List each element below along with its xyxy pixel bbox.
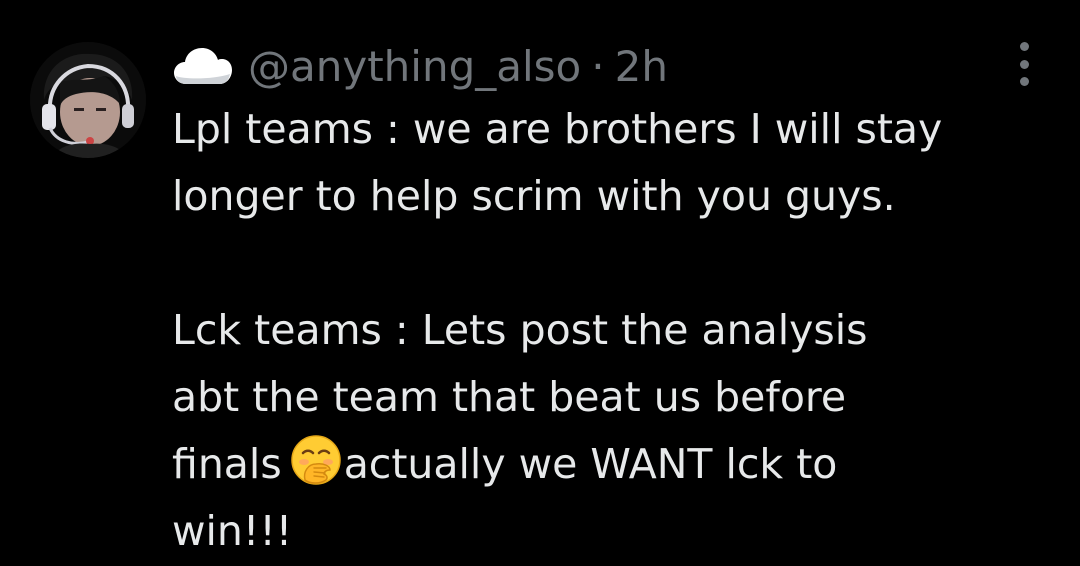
tweet[interactable]: @anything_also · 2h Lpl teams : we are b… (0, 0, 1080, 566)
tweet-text-line: win!!! (172, 507, 293, 555)
face-with-hand-over-mouth-emoji (290, 434, 342, 486)
meta-separator: · (591, 41, 605, 91)
tweet-text: Lpl teams : we are brothers I will stay … (172, 96, 1052, 565)
more-dot (1019, 42, 1029, 51)
more-vertical-icon[interactable] (1010, 42, 1038, 86)
tweet-header: @anything_also · 2h (172, 38, 668, 94)
tweet-text-segment: finals (172, 440, 282, 488)
tweet-text-line: longer to help scrim with you guys. (172, 172, 896, 220)
avatar[interactable] (30, 42, 146, 158)
avatar-image (30, 42, 146, 158)
tweet-text-line: Lck teams : Lets post the analysis (172, 306, 868, 354)
tweet-text-line: finals actually we WANT lck to (172, 431, 1052, 498)
tweet-text-line: abt the team that beat us before (172, 373, 847, 421)
tweet-text-line: Lpl teams : we are brothers I will stay (172, 105, 943, 153)
paragraph-break (172, 230, 1052, 297)
tweet-text-segment: actually we WANT lck to (343, 440, 838, 488)
author-handle[interactable]: @anything_also (248, 42, 581, 91)
cloud-icon (172, 46, 234, 86)
more-dot (1019, 59, 1029, 69)
timestamp[interactable]: 2h (615, 42, 668, 91)
more-dot (1019, 77, 1029, 86)
